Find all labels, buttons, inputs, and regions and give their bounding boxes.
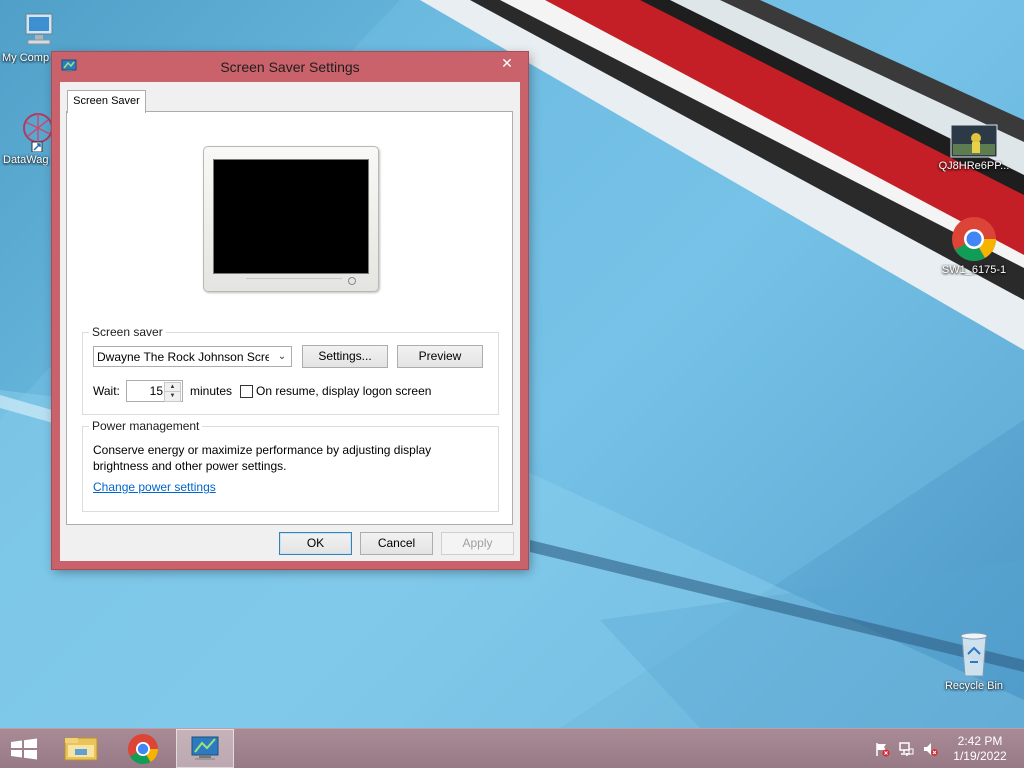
preview-button[interactable]: Preview (397, 345, 483, 368)
title-bar[interactable]: Screen Saver Settings ✕ (52, 52, 528, 82)
power-management-group-label: Power management (89, 419, 203, 433)
preview-monitor (203, 146, 379, 292)
taskbar: 2:42 PM 1/19/2022 (0, 728, 1024, 768)
power-management-description: Conserve energy or maximize performance … (93, 443, 432, 473)
windows-logo-icon (11, 738, 37, 760)
screen-saver-settings-window: Screen Saver Settings ✕ Screen Saver Scr… (52, 52, 528, 569)
cancel-button[interactable]: Cancel (360, 532, 433, 555)
chrome-icon (128, 734, 158, 765)
window-title: Screen Saver Settings (220, 59, 360, 75)
my-computer-icon (18, 10, 58, 50)
desktop-icon-label: SW1_6175-1 (941, 264, 1007, 276)
wait-label: Wait: (93, 384, 120, 398)
desktop-icon-image-file[interactable]: QJ8HRe6PP... (936, 124, 1012, 172)
screen-saver-group: Screen saver Dwayne The Rock Johnson Scr… (82, 325, 499, 415)
desktop-icon-recycle-bin[interactable]: Recycle Bin (936, 630, 1012, 692)
volume-muted-icon[interactable] (922, 741, 938, 757)
recycle-bin-icon (954, 630, 994, 678)
monitor-power-led (348, 277, 356, 285)
wait-minutes-stepper[interactable]: 15 ▲ ▼ (126, 380, 183, 402)
action-center-flag-icon[interactable] (874, 741, 890, 757)
tab-panel-screen-saver: Screen saver Dwayne The Rock Johnson Scr… (66, 111, 513, 525)
desktop-icon-label: QJ8HRe6PP... (938, 160, 1010, 172)
screen-saver-app-icon (191, 736, 219, 760)
settings-button[interactable]: Settings... (302, 345, 388, 368)
screen-saver-dropdown[interactable]: Dwayne The Rock Johnson Screensaver ⌄ (93, 346, 292, 367)
minutes-label: minutes (190, 384, 233, 398)
clock-time: 2:42 PM (957, 734, 1003, 748)
monitor-base-line (246, 278, 342, 285)
ok-button[interactable]: OK (279, 532, 352, 555)
clock-date: 1/19/2022 (953, 749, 1007, 763)
resume-logon-checkbox[interactable] (240, 385, 253, 398)
network-icon[interactable] (898, 741, 914, 757)
taskbar-clock[interactable]: 2:42 PM 1/19/2022 (940, 734, 1020, 764)
dialog-client-area: Screen Saver Screen saver Dwayne The Roc… (60, 82, 520, 561)
taskbar-chrome[interactable] (115, 729, 171, 768)
power-management-group: Power management Conserve energy or maxi… (82, 419, 499, 512)
preview-screen (213, 159, 369, 274)
start-button[interactable] (0, 729, 48, 768)
image-file-icon (950, 124, 998, 158)
taskbar-file-explorer[interactable] (53, 729, 109, 768)
change-power-settings-link[interactable]: Change power settings (93, 480, 216, 494)
screen-saver-selected: Dwayne The Rock Johnson Screensaver (97, 350, 269, 364)
folder-icon (64, 737, 98, 761)
chevron-down-icon: ⌄ (277, 351, 287, 362)
spin-down-arrow-icon[interactable]: ▼ (164, 391, 181, 402)
wait-minutes-value: 15 (149, 384, 163, 398)
desktop-icon-chrome-shortcut[interactable]: SW1_6175-1 (936, 216, 1012, 276)
close-button[interactable]: ✕ (492, 52, 522, 74)
chrome-icon (951, 216, 997, 262)
screen-saver-group-label: Screen saver (89, 325, 166, 339)
apply-button[interactable]: Apply (441, 532, 514, 555)
resume-logon-checkbox-label[interactable]: On resume, display logon screen (256, 384, 431, 398)
tab-screen-saver[interactable]: Screen Saver (67, 90, 146, 113)
desktop-icon-label: Recycle Bin (944, 680, 1004, 692)
taskbar-screen-saver-settings[interactable] (176, 729, 234, 768)
